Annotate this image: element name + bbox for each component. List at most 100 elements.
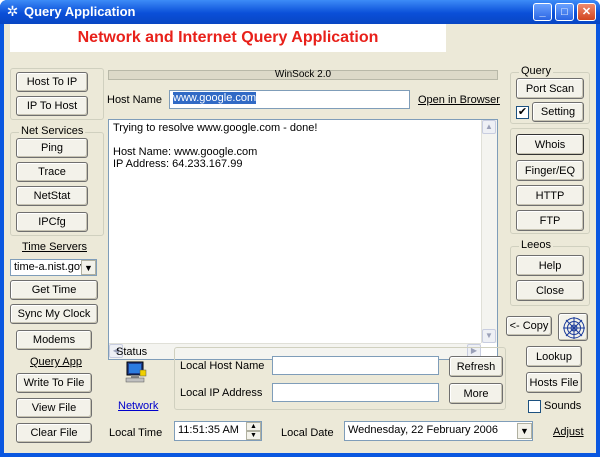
date-dropdown-icon[interactable]: ▼ (517, 423, 532, 439)
port-scan-label: Port Scan (525, 82, 575, 95)
more-button[interactable]: More (449, 383, 503, 404)
spin-down-icon[interactable]: ▼ (246, 431, 261, 440)
title-bar[interactable]: ✲ Query Application _ □ ✕ (0, 0, 600, 24)
ping-button[interactable]: Ping (16, 138, 88, 158)
ipcfg-button[interactable]: IPCfg (16, 212, 88, 232)
host-name-value: www.google.com (173, 92, 257, 104)
time-server-value: time-a.nist.gov (14, 261, 86, 273)
netstat-button[interactable]: NetStat (16, 186, 88, 206)
query-label: Query (519, 65, 553, 77)
ftp-button[interactable]: FTP (516, 210, 584, 231)
leeos-label: Leeos (519, 239, 553, 251)
get-time-label: Get Time (31, 284, 77, 296)
network-computer-icon (122, 360, 150, 386)
local-host-name-label: Local Host Name (180, 360, 265, 372)
http-label: HTTP (535, 189, 565, 202)
local-ip-label: Local IP Address (180, 387, 263, 399)
sync-clock-label: Sync My Clock (17, 308, 91, 320)
spider-web-button[interactable] (558, 313, 588, 341)
host-name-label: Host Name (107, 94, 163, 106)
whois-button[interactable]: Whois (516, 134, 584, 155)
output-text: Trying to resolve www.google.com - done!… (113, 122, 317, 170)
netstat-label: NetStat (33, 190, 71, 202)
lookup-button[interactable]: Lookup (526, 346, 582, 367)
copy-button[interactable]: <- Copy (506, 316, 552, 336)
get-time-button[interactable]: Get Time (10, 280, 98, 300)
view-file-button[interactable]: View File (16, 398, 92, 418)
spider-web-icon (563, 317, 585, 339)
refresh-label: Refresh (456, 360, 496, 373)
ftp-label: FTP (539, 214, 561, 227)
minimize-button[interactable]: _ (533, 3, 552, 21)
local-time-label: Local Time (109, 427, 163, 439)
vertical-scrollbar[interactable]: ▲ ▼ (481, 120, 497, 343)
close-button[interactable]: Close (516, 280, 584, 301)
sounds-checkbox[interactable] (528, 400, 541, 413)
client-area: Network and Internet Query Application H… (4, 24, 596, 453)
finger-label: Finger/EQ (524, 164, 576, 177)
network-link[interactable]: Network (118, 400, 158, 412)
copy-label: <- Copy (509, 320, 549, 332)
sounds-label: Sounds (544, 400, 582, 412)
output-line: Host Name: www.google.com (113, 146, 258, 158)
winsock-label: WinSock 2.0 (274, 69, 332, 80)
modems-label: Modems (32, 334, 76, 346)
clear-file-button[interactable]: Clear File (16, 423, 92, 443)
query-app-label[interactable]: Query App (30, 356, 82, 368)
setting-label: Setting (540, 106, 576, 118)
local-ip-input[interactable] (272, 383, 439, 402)
close-window-button[interactable]: ✕ (577, 3, 596, 21)
net-services-label: Net Services (19, 125, 86, 137)
banner-title: Network and Internet Query Application (77, 29, 379, 46)
window-title: Query Application (24, 4, 136, 19)
status-label: Status (116, 346, 148, 358)
refresh-button[interactable]: Refresh (449, 356, 503, 377)
trace-button[interactable]: Trace (16, 162, 88, 182)
http-button[interactable]: HTTP (516, 185, 584, 206)
scroll-down-icon[interactable]: ▼ (482, 329, 496, 343)
help-button[interactable]: Help (516, 255, 584, 276)
close-label: Close (535, 284, 565, 297)
write-to-file-label: Write To File (23, 377, 85, 389)
help-label: Help (538, 259, 562, 272)
time-servers-label[interactable]: Time Servers (22, 241, 87, 253)
setting-button[interactable]: Setting (532, 102, 584, 122)
view-file-label: View File (31, 402, 77, 414)
modems-button[interactable]: Modems (16, 330, 92, 350)
local-date-value: Wednesday, 22 February 2006 (348, 424, 499, 436)
sync-clock-button[interactable]: Sync My Clock (10, 304, 98, 324)
whois-label: Whois (534, 138, 566, 151)
finger-button[interactable]: Finger/EQ (516, 160, 584, 181)
output-textarea[interactable]: Trying to resolve www.google.com - done!… (108, 119, 498, 360)
maximize-button[interactable]: □ (555, 3, 574, 21)
time-spinner[interactable]: ▲ ▼ (246, 422, 261, 440)
port-scan-button[interactable]: Port Scan (516, 78, 584, 99)
time-server-dropdown-icon[interactable]: ▼ (81, 260, 96, 275)
ip-to-host-label: IP To Host (26, 100, 78, 112)
network-web-icon: ✲ (6, 3, 19, 19)
host-name-input[interactable]: www.google.com (169, 90, 410, 109)
more-label: More (463, 387, 489, 400)
app-window: ✲ Query Application _ □ ✕ Network and In… (0, 0, 600, 457)
clear-file-label: Clear File (30, 427, 78, 439)
open-in-browser-link[interactable]: Open in Browser (418, 94, 500, 106)
local-time-value: 11:51:35 AM (178, 424, 239, 436)
banner: Network and Internet Query Application (10, 24, 446, 52)
lookup-label: Lookup (535, 350, 573, 363)
ping-label: Ping (40, 142, 64, 154)
write-to-file-button[interactable]: Write To File (16, 373, 92, 393)
setting-checkbox[interactable]: ✔ (516, 106, 529, 119)
local-date-label: Local Date (281, 427, 334, 439)
scroll-up-icon[interactable]: ▲ (482, 120, 496, 134)
hosts-file-label: Hosts File (529, 376, 579, 389)
local-date-picker[interactable]: Wednesday, 22 February 2006 (344, 421, 533, 441)
hosts-file-button[interactable]: Hosts File (526, 372, 582, 393)
adjust-link[interactable]: Adjust (553, 426, 584, 438)
ip-to-host-button[interactable]: IP To Host (16, 96, 88, 116)
host-to-ip-label: Host To IP (26, 76, 78, 88)
local-host-name-input[interactable] (272, 356, 439, 375)
ipcfg-label: IPCfg (38, 216, 66, 228)
spin-up-icon[interactable]: ▲ (246, 422, 261, 431)
host-to-ip-button[interactable]: Host To IP (16, 72, 88, 92)
